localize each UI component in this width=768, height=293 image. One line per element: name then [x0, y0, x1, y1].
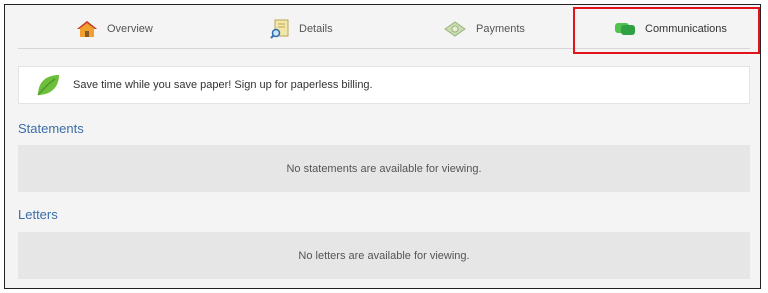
tab-overview[interactable]: Overview	[76, 10, 153, 48]
banner-text: Save time while you save paper! Sign up …	[73, 79, 373, 91]
money-icon	[444, 21, 466, 37]
letters-empty-text: No letters are available for viewing.	[298, 249, 470, 262]
leaf-icon	[37, 75, 59, 96]
letters-panel: No letters are available for viewing.	[18, 232, 750, 279]
tab-label: Overview	[107, 23, 153, 35]
active-tab-highlight	[573, 7, 760, 54]
house-icon	[77, 21, 97, 37]
letters-heading: Letters	[18, 207, 58, 222]
tab-label: Payments	[476, 23, 525, 35]
tab-payments[interactable]: Payments	[443, 10, 525, 48]
statements-heading: Statements	[18, 121, 84, 136]
statements-empty-text: No statements are available for viewing.	[286, 162, 482, 175]
tab-details[interactable]: Details	[270, 10, 333, 48]
statements-panel: No statements are available for viewing.	[18, 145, 750, 192]
document-search-icon	[270, 19, 289, 39]
tab-label: Details	[299, 23, 333, 35]
paperless-banner[interactable]: Save time while you save paper! Sign up …	[18, 66, 750, 104]
